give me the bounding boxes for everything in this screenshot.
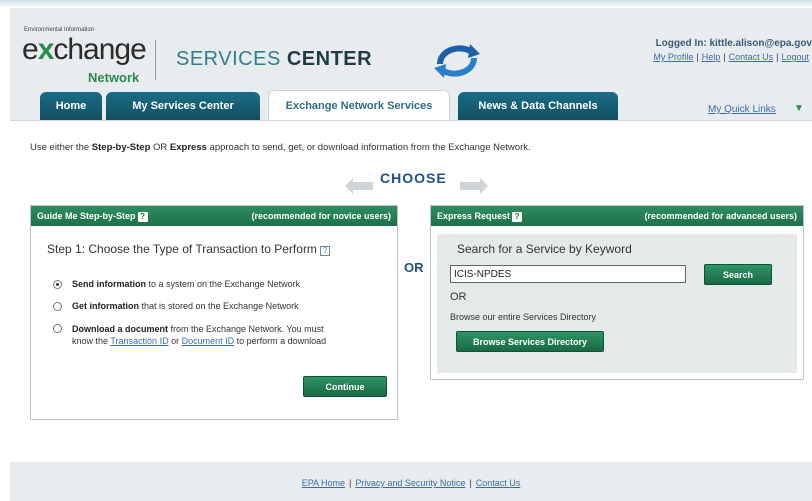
search-button[interactable]: Search [704,264,772,285]
choose-heading: CHOOSE [380,170,447,186]
intro-post: approach to send, get, or download infor… [206,142,531,153]
logo-x: x [37,33,55,66]
option-download-line2-post: to perform a download [234,336,327,346]
option-get-text: that is stored on the Exchange Network [139,301,299,311]
express-panel: Express Request? (recommended for advanc… [430,205,804,380]
logout-link[interactable]: Logout [781,52,809,62]
option-get-bold: Get information [72,301,139,311]
guide-header-right: (recommended for novice users) [251,211,391,221]
option-get-label: Get information that is stored on the Ex… [72,301,299,311]
guide-header-label: Guide Me Step-by-Step [37,210,136,221]
tab-exchange-network-services[interactable]: Exchange Network Services [268,90,450,120]
intro-step-by-step: Step-by-Step [91,142,151,153]
my-profile-link[interactable]: My Profile [653,52,693,62]
intro-pre: Use either the [30,142,92,153]
footer: EPA Home | Privacy and Security Notice | Con… [10,462,812,501]
option-download-line1: from the Exchange Network. You must [168,324,324,334]
contact-us-link[interactable]: Contact Us [729,52,774,62]
express-header-right: (recommended for advanced users) [644,211,797,221]
logged-in-text: Logged In: kittle.alison@epa.gov [655,38,812,49]
triangle-down-icon[interactable]: ▼ [794,103,804,114]
privacy-notice-link[interactable]: Privacy and Security Notice [355,478,465,488]
exchange-swirl-icon [434,44,480,78]
radio-send[interactable] [53,280,62,289]
or-divider: OR [404,260,424,275]
step-title-text: Step 1: Choose the Type of Transaction t… [47,242,317,256]
services-center-title: SERVICES CENTER [176,48,372,71]
option-send-label: Send information to a system on the Exch… [72,279,300,289]
continue-button[interactable]: Continue [303,376,387,397]
option-download-mid: or [168,336,182,346]
tab-news-data-channels[interactable]: News & Data Channels [458,92,618,120]
express-or: OR [450,291,467,303]
tab-home[interactable]: Home [40,92,102,120]
option-get[interactable]: Get information that is stored on the Ex… [53,301,299,311]
logo-divider [155,40,156,80]
intro-text: Use either the Step-by-Step OR Express a… [30,142,531,153]
guide-header-left: Guide Me Step-by-Step? [37,211,148,222]
express-header-label: Express Request [437,210,511,221]
option-download[interactable]: Download a document from the Exchange Ne… [53,323,326,347]
option-send-text: to a system on the Exchange Network [146,279,301,289]
keyword-title: Search for a Service by Keyword [457,242,632,256]
logo-network: Network [88,70,140,85]
radio-download[interactable] [53,324,62,333]
help-icon[interactable]: ? [137,211,148,222]
arrow-right-icon [460,178,488,194]
my-quick-links[interactable]: My Quick Links [708,104,776,115]
intro-express: Express [169,142,207,153]
guide-panel: Guide Me Step-by-Step? (recommended for … [30,205,398,420]
footer-contact-link[interactable]: Contact Us [476,478,521,488]
epa-home-link[interactable]: EPA Home [302,478,345,488]
browse-text: Browse our entire Services Directory [450,312,597,322]
express-panel-header: Express Request? (recommended for advanc… [431,206,803,226]
transaction-id-link[interactable]: Transaction ID [110,336,168,346]
logo-prefix: e [22,33,39,66]
top-accent-line [0,0,812,8]
express-header-left: Express Request? [437,210,523,222]
tab-my-services-center[interactable]: My Services Center [106,92,260,120]
user-links: My Profile | Help | Contact Us | Logout [653,52,809,62]
title-services: SERVICES [176,48,281,70]
footer-links: EPA Home | Privacy and Security Notice | Con… [301,478,521,488]
option-download-label: Download a document from the Exchange Ne… [72,323,326,347]
option-download-line2-pre: know the [72,336,111,346]
option-send[interactable]: Send information to a system on the Exch… [53,279,300,289]
help-icon[interactable]: ? [512,211,523,222]
help-link[interactable]: Help [702,52,721,62]
keyword-search-input[interactable] [450,265,686,283]
browse-services-directory-button[interactable]: Browse Services Directory [456,331,604,352]
logo-wordmark[interactable]: exchange [22,33,147,67]
step-title: Step 1: Choose the Type of Transaction t… [47,242,330,256]
help-icon[interactable]: ? [319,246,330,256]
option-send-bold: Send information [72,279,146,289]
arrow-left-icon [345,178,373,194]
title-center: CENTER [286,48,373,70]
logo-suffix: change [53,33,146,66]
page: Environmental Information exchange Netwo… [0,0,812,501]
guide-panel-header: Guide Me Step-by-Step? (recommended for … [31,206,397,226]
option-download-bold: Download a document [72,324,169,334]
radio-get[interactable] [53,302,62,311]
intro-or: OR [150,142,170,153]
document-id-link[interactable]: Document ID [182,336,235,346]
